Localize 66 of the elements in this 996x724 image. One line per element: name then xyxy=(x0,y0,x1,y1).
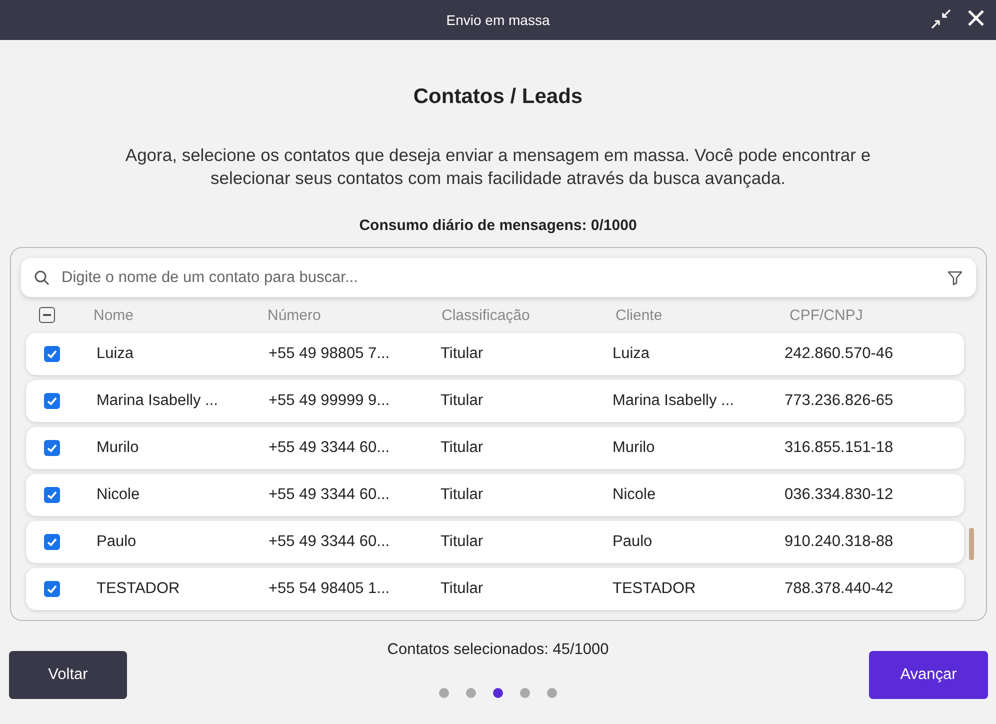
check-icon xyxy=(46,583,58,595)
column-header: Cliente xyxy=(616,306,664,324)
table-cell-text: Luiza xyxy=(96,345,135,363)
row-checkbox[interactable] xyxy=(44,440,60,456)
table-cell-text: Nicole xyxy=(612,486,657,504)
search-icon xyxy=(34,270,50,286)
table-cell-text: Marina Isabelly ... xyxy=(612,392,735,410)
table-row[interactable]: TESTADOR +55 54 98405 1... Titular TESTADOR 788.378.440-42 xyxy=(26,568,964,610)
table-cell-text: Murilo xyxy=(96,439,140,457)
check-icon xyxy=(46,348,58,360)
table-row[interactable]: Luiza +55 49 98805 7... Titular Luiza 242.860.570-46 xyxy=(26,333,964,375)
daily-usage-text: Consumo diário de mensagens: 0/1000 xyxy=(359,217,637,234)
table-cell-text: Marina Isabelly ... xyxy=(96,392,219,410)
table-cell-text: +55 49 99999 9... xyxy=(268,392,391,410)
search-input[interactable]: Digite o nome de um contato para buscar... xyxy=(60,268,936,288)
row-checkbox[interactable] xyxy=(44,581,60,597)
select-all-checkbox[interactable] xyxy=(38,307,54,324)
table-cell-text: 316.855.151-18 xyxy=(784,439,894,457)
table-cell-text: Titular xyxy=(440,392,484,410)
table-row[interactable]: Paulo +55 49 3344 60... Titular Paulo 910.240.318-88 xyxy=(26,521,964,563)
table-cell-text: 036.334.830-12 xyxy=(784,486,894,504)
table-row[interactable]: Nicole +55 49 3344 60... Titular Nicole 036.334.830-12 xyxy=(26,474,964,516)
check-icon xyxy=(46,536,58,548)
table-row[interactable]: Marina Isabelly ... +55 49 99999 9... Titular Marina Isabelly ... 773.236.826-65 xyxy=(26,380,964,422)
table-cell-text: 910.240.318-88 xyxy=(784,533,894,551)
table-cell-text: Paulo xyxy=(612,533,654,551)
table-cell-text: +55 49 3344 60... xyxy=(268,439,391,457)
table-cell-text: Luiza xyxy=(612,345,651,363)
table-cell-text: Nicole xyxy=(96,486,141,504)
check-icon xyxy=(46,395,58,407)
table-cell-text: TESTADOR xyxy=(96,580,181,598)
table-cell-text: 788.378.440-42 xyxy=(784,580,894,598)
table-row[interactable]: Murilo +55 49 3344 60... Titular Murilo 316.855.151-18 xyxy=(26,427,964,469)
filter-icon[interactable] xyxy=(946,270,962,286)
table-cell-text: +55 54 98405 1... xyxy=(268,580,391,598)
table-cell-text: TESTADOR xyxy=(612,580,697,598)
table-cell-text: 242.860.570-46 xyxy=(784,345,894,363)
row-checkbox[interactable] xyxy=(44,393,60,409)
scrollbar-thumb[interactable] xyxy=(968,528,974,560)
table-cell-text: +55 49 3344 60... xyxy=(268,486,391,504)
table-cell-text: Paulo xyxy=(96,533,138,551)
column-header: Classificação xyxy=(442,306,531,324)
column-header: Número xyxy=(268,306,322,324)
selected-count-text: Contatos selecionados: 45/1000 xyxy=(387,641,609,659)
page-heading: Contatos / Leads xyxy=(413,84,583,110)
back-button[interactable]: Voltar xyxy=(9,651,127,699)
table-cell-text: Titular xyxy=(440,533,484,551)
window-title: Envio em massa xyxy=(446,12,550,28)
table-cell-text: Titular xyxy=(440,580,484,598)
check-icon xyxy=(46,489,58,501)
column-header: Nome xyxy=(94,306,135,324)
table-cell-text: Titular xyxy=(440,486,484,504)
row-checkbox[interactable] xyxy=(44,487,60,503)
search-field[interactable]: Digite o nome de um contato para buscar... xyxy=(20,258,976,298)
row-checkbox[interactable] xyxy=(44,346,60,362)
table-cell-text: Murilo xyxy=(612,439,656,457)
table-cell-text: Titular xyxy=(440,345,484,363)
row-checkbox[interactable] xyxy=(44,534,60,550)
column-header: CPF/CNPJ xyxy=(790,306,864,324)
description-text: Agora, selecione os contatos que deseja enviar a mensagem em massa. Você pode encontrar e selecionar seus contatos com mais facilidade através da busca avançada. xyxy=(124,144,872,190)
table-cell-text: +55 49 3344 60... xyxy=(268,533,391,551)
table-cell-text: +55 49 98805 7... xyxy=(268,345,391,363)
next-button[interactable]: Avançar xyxy=(869,651,988,699)
table-cell-text: 773.236.826-65 xyxy=(784,392,894,410)
check-icon xyxy=(46,442,58,454)
table-cell-text: Titular xyxy=(440,439,484,457)
